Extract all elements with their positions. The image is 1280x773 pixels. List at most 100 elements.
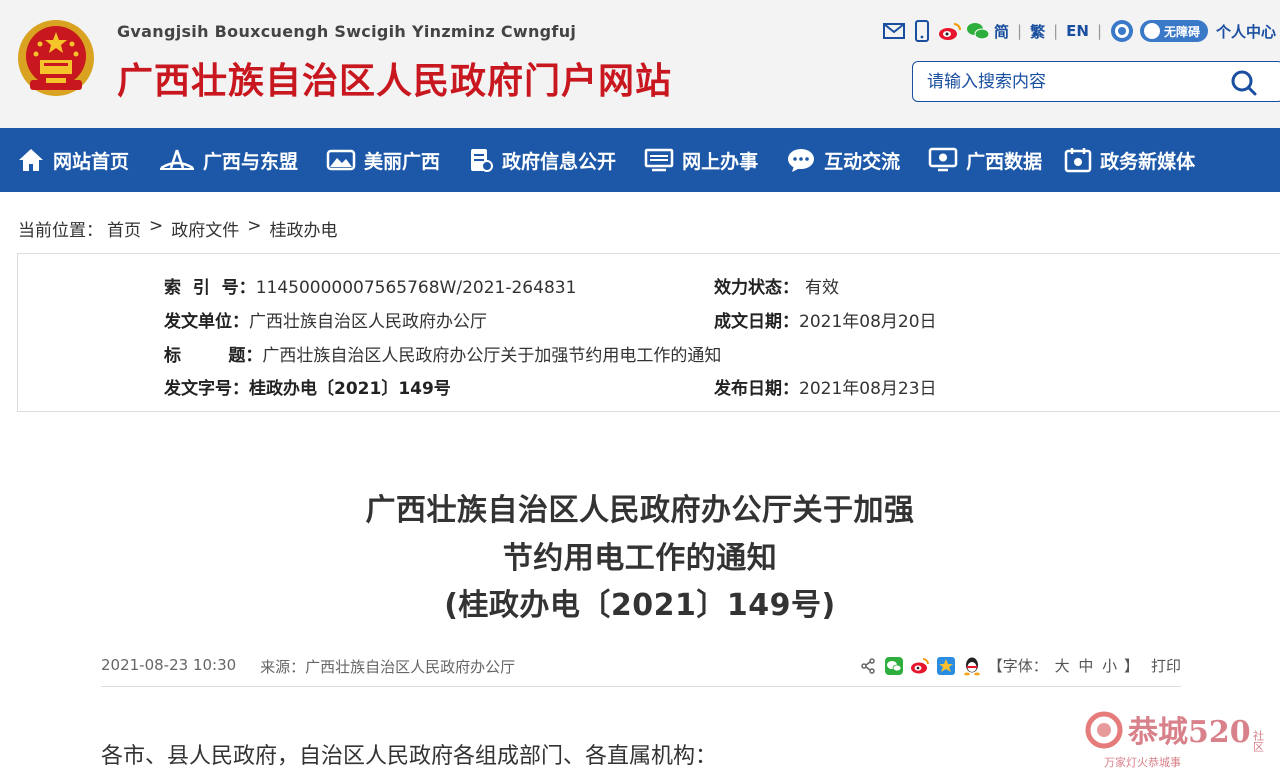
wechat-share-icon[interactable] <box>884 656 904 676</box>
watermark-side-label: 社区 <box>1252 729 1265 752</box>
info-label: 索 引 号： <box>164 278 256 298</box>
watermark-brand: 恭城520 <box>1127 715 1251 750</box>
meta-right: 【字体： 大 中 小 】 打印 <box>858 655 1181 676</box>
font-size-control: 【字体： 大 中 小 】 <box>988 655 1139 676</box>
site-subtitle: Gvangjsih Bouxcuengh Swcigih Yinzminz Cw… <box>117 22 577 41</box>
separator: | <box>1096 22 1103 40</box>
nav-item-online-services[interactable]: 网上办事 <box>644 128 758 192</box>
site-title[interactable]: 广西壮族自治区人民政府门户网站 <box>117 52 672 104</box>
info-value: 桂政办电〔2021〕149号 <box>249 379 451 399</box>
info-label: 发布日期： <box>714 379 799 399</box>
monitor-icon <box>644 148 674 172</box>
info-status: 效力状态： 有效 <box>714 273 839 298</box>
nav-item-asean[interactable]: 广西与东盟 <box>159 128 298 192</box>
info-issuer: 发文单位：广西壮族自治区人民政府办公厅 <box>164 307 487 332</box>
info-date: 成文日期：2021年08月20日 <box>714 307 937 332</box>
document-icon <box>471 149 494 172</box>
publish-datetime: 2021-08-23 10:30 <box>101 656 237 674</box>
nav-label: 网站首页 <box>53 150 130 173</box>
nav-label: 网上办事 <box>682 150 759 173</box>
info-title: 标 题：广西壮族自治区人民政府办公厅关于加强节约用电工作的通知 <box>164 341 721 366</box>
top-toolbar: 简 | 繁 | EN | 无障碍 个人中心 <box>882 18 1276 44</box>
nav-label: 政务新媒体 <box>1100 150 1196 173</box>
personal-center-link[interactable]: 个人中心 <box>1216 21 1276 42</box>
landscape-icon <box>326 149 356 171</box>
nav-item-new-media[interactable]: 政务新媒体 <box>1064 128 1195 192</box>
nav-item-gov-info[interactable]: 政府信息公开 <box>468 128 616 192</box>
info-value: 2021年08月20日 <box>799 312 937 332</box>
breadcrumb-separator: > <box>247 216 262 236</box>
font-size-small-link[interactable]: 小 <box>1102 657 1117 675</box>
mail-icon[interactable] <box>882 19 906 43</box>
wechat-icon[interactable] <box>966 19 990 43</box>
mobile-icon[interactable] <box>910 19 934 43</box>
separator: | <box>1017 22 1023 40</box>
breadcrumb-current[interactable]: 桂政办电 <box>270 216 338 241</box>
document-opening-line: 各市、县人民政府，自治区人民政府各组成部门、各直属机构： <box>101 744 718 769</box>
document-info-box: 索 引 号：11450000007565768W/2021-264831 效力状… <box>17 253 1280 412</box>
separator: | <box>1053 22 1059 40</box>
nav-item-guangxi-data[interactable]: 广西数据 <box>928 128 1042 192</box>
info-docno: 发文字号：桂政办电〔2021〕149号 <box>164 374 451 399</box>
document-meta-bar: 2021-08-23 10:30 来源：广西壮族自治区人民政府办公厅 【字体： … <box>101 653 1181 687</box>
info-value: 广西壮族自治区人民政府办公厅关于加强节约用电工作的通知 <box>262 346 722 366</box>
source: 来源：广西壮族自治区人民政府办公厅 <box>260 658 516 676</box>
watermark-tagline: 万家灯火恭城事 <box>1104 755 1181 769</box>
lang-simplified-link[interactable]: 简 <box>994 21 1009 42</box>
lang-traditional-link[interactable]: 繁 <box>1030 21 1045 42</box>
info-value: 2021年08月23日 <box>799 379 937 399</box>
search-icon[interactable] <box>1229 68 1259 98</box>
qzone-share-icon[interactable] <box>936 656 956 676</box>
accessibility-icon <box>1144 23 1161 39</box>
info-value: 11450000007565768W/2021-264831 <box>255 278 577 298</box>
bridge-icon <box>160 149 195 170</box>
main-nav: 网站首页 广西与东盟 美丽广西 政府信息公开 网上办事 互动交流 广西数据 政务… <box>0 128 1280 192</box>
elderly-mode-icon[interactable] <box>1110 19 1134 43</box>
info-index: 索 引 号：11450000007565768W/2021-264831 <box>164 273 576 298</box>
nav-item-home[interactable]: 网站首页 <box>17 128 129 192</box>
nav-label: 美丽广西 <box>364 150 441 173</box>
media-icon <box>1064 148 1092 173</box>
qq-share-icon[interactable] <box>962 656 982 676</box>
weibo-share-icon[interactable] <box>910 656 930 676</box>
info-value: 广西壮族自治区人民政府办公厅 <box>249 312 487 332</box>
share-icon[interactable] <box>858 656 878 676</box>
meta-left: 2021-08-23 10:30 来源：广西壮族自治区人民政府办公厅 <box>101 656 515 677</box>
accessibility-label: 无障碍 <box>1164 24 1201 39</box>
search-box <box>912 61 1280 102</box>
font-size-label: 【字体： <box>987 657 1048 675</box>
search-input[interactable] <box>927 68 1217 96</box>
breadcrumb-home[interactable]: 首页 <box>107 216 141 241</box>
info-label: 标 题： <box>164 346 263 366</box>
info-value: 有效 <box>805 278 839 298</box>
data-screen-icon <box>928 147 958 172</box>
breadcrumb-gov-docs[interactable]: 政府文件 <box>171 216 239 241</box>
font-size-medium-link[interactable]: 中 <box>1078 657 1093 675</box>
info-label: 发文字号： <box>164 379 249 399</box>
nav-label: 广西数据 <box>966 150 1043 173</box>
lang-english-link[interactable]: EN <box>1066 22 1089 40</box>
chat-icon <box>788 149 815 172</box>
home-icon <box>19 149 43 171</box>
breadcrumb-prefix: 当前位置： <box>18 221 103 241</box>
national-emblem-icon <box>18 20 94 96</box>
nav-label: 广西与东盟 <box>203 150 299 173</box>
info-label: 成文日期： <box>714 312 799 332</box>
info-label: 效力状态： <box>714 278 799 298</box>
font-size-large-link[interactable]: 大 <box>1055 657 1070 675</box>
font-size-end: 】 <box>1123 657 1139 675</box>
nav-label: 政府信息公开 <box>502 150 617 173</box>
document-title-line-1: 广西壮族自治区人民政府办公厅关于加强 <box>365 493 915 528</box>
breadcrumb: 当前位置： 首页 > 政府文件 > 桂政办电 <box>18 216 338 241</box>
breadcrumb-separator: > <box>149 216 164 236</box>
print-link[interactable]: 打印 <box>1151 655 1181 676</box>
info-label: 发文单位： <box>164 312 249 332</box>
info-pubdate: 发布日期：2021年08月23日 <box>714 374 937 399</box>
nav-item-interaction[interactable]: 互动交流 <box>786 128 900 192</box>
weibo-icon[interactable] <box>938 19 962 43</box>
accessibility-button[interactable]: 无障碍 <box>1140 20 1209 42</box>
nav-label: 互动交流 <box>824 150 901 173</box>
nav-item-beautiful-guangxi[interactable]: 美丽广西 <box>326 128 440 192</box>
document-title-line-2: 节约用电工作的通知 <box>502 541 778 576</box>
community-watermark-logo: 恭城520 社区 万家灯火恭城事 <box>1082 708 1280 773</box>
